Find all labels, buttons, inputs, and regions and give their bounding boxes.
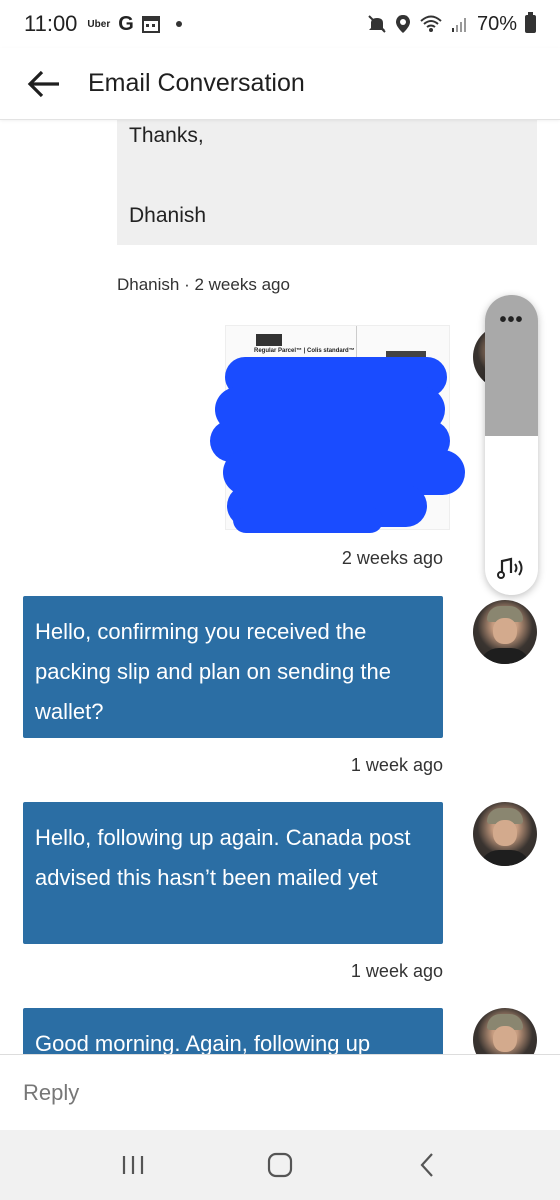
doc-label: Regular Parcel™ | Colis standard™ [254, 348, 355, 354]
system-icons: 70% [367, 12, 536, 36]
system-nav-bar [0, 1130, 560, 1200]
reply-input[interactable] [23, 1079, 503, 1106]
mute-icon [368, 15, 386, 33]
avatar [473, 600, 537, 664]
home-icon [267, 1152, 293, 1178]
battery-icon [525, 12, 536, 33]
back-icon [420, 1153, 433, 1177]
back-button[interactable] [24, 64, 64, 104]
message-bubble: Hello, following up again. Canada post a… [23, 802, 443, 944]
recents-button[interactable] [103, 1140, 163, 1190]
app-bar: Email Conversation [0, 48, 560, 120]
google-icon: G [118, 12, 134, 35]
message-line: Thanks, [129, 124, 204, 147]
message-timestamp: 2 weeks ago [341, 548, 443, 568]
avatar [473, 802, 537, 866]
nav-back-button[interactable] [397, 1140, 457, 1190]
music-note-icon[interactable] [497, 553, 527, 583]
message-bubble: Hello, confirming you received the packi… [23, 596, 443, 738]
notification-icons: Uber G [87, 12, 182, 36]
wifi-icon [420, 15, 442, 32]
signal-icon [451, 18, 466, 32]
message-meta: Dhanish · 2 weeks ago [117, 275, 290, 294]
canada-post-logo [256, 334, 282, 346]
redaction-scribble [233, 507, 383, 533]
volume-more-button[interactable]: ••• [485, 309, 538, 332]
avatar [473, 1008, 537, 1054]
location-icon [395, 15, 410, 33]
status-bar: 11:00 Uber G 70% [0, 0, 560, 48]
message-timestamp: 1 week ago [350, 961, 443, 981]
message-bubble: Good morning. Again, following up [23, 1008, 443, 1054]
more-notifications-dot [175, 21, 182, 27]
status-time: 11:00 [24, 11, 78, 36]
uber-icon: Uber [87, 18, 111, 30]
home-button[interactable] [250, 1140, 310, 1190]
attachment-image[interactable]: Regular Parcel™ | Colis standard™ [205, 325, 467, 535]
battery-percentage: 70% [476, 12, 517, 35]
message-signature: Dhanish [129, 204, 207, 227]
page-title: Email Conversation [88, 69, 305, 97]
calendar-icon [141, 16, 160, 33]
volume-panel[interactable]: ••• [485, 295, 538, 595]
arrow-left-icon [27, 70, 59, 97]
conversation-thread[interactable]: Thanks, Dhanish Dhanish · 2 weeks ago Re… [0, 120, 560, 1054]
message-timestamp: 1 week ago [350, 755, 443, 775]
previous-message: Thanks, Dhanish [117, 120, 537, 245]
recents-icon [123, 1156, 144, 1174]
reply-bar [0, 1054, 560, 1130]
